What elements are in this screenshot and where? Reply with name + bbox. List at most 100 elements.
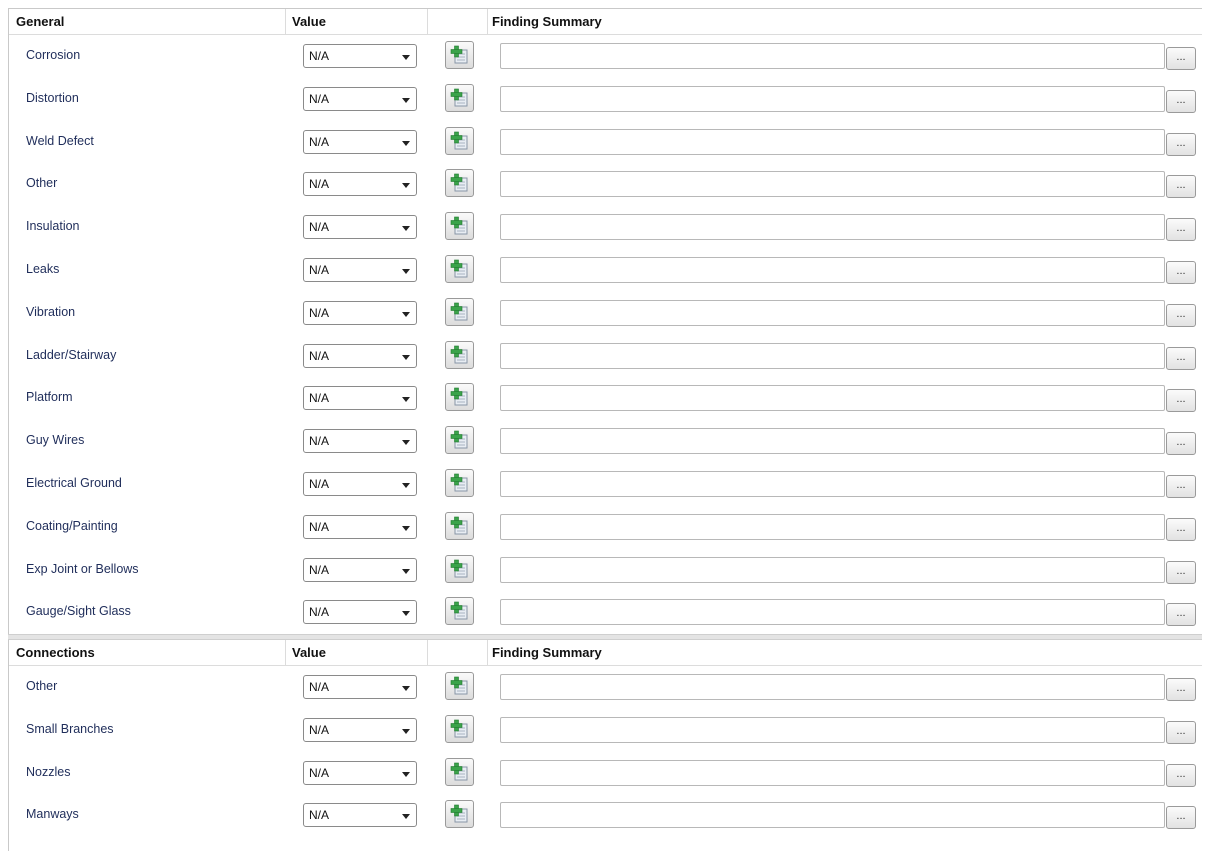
inspection-row: Guy Wires N/A ... bbox=[9, 420, 1202, 463]
inspection-row: Manways N/A ... bbox=[9, 794, 1202, 837]
value-dropdown[interactable]: N/A bbox=[303, 600, 417, 625]
value-dropdown[interactable]: N/A bbox=[303, 717, 417, 742]
value-dropdown[interactable]: N/A bbox=[303, 86, 417, 111]
add-finding-button[interactable] bbox=[445, 468, 474, 497]
finding-summary-field[interactable] bbox=[500, 171, 1165, 198]
add-finding-button[interactable] bbox=[445, 511, 474, 540]
value-dropdown[interactable]: N/A bbox=[303, 386, 417, 411]
value-dropdown[interactable]: N/A bbox=[303, 514, 417, 539]
finding-summary-field[interactable] bbox=[500, 385, 1165, 412]
finding-summary-field[interactable] bbox=[500, 342, 1165, 369]
add-finding-button[interactable] bbox=[445, 714, 474, 743]
ellipsis-button[interactable]: ... bbox=[1166, 389, 1196, 413]
ellipsis-button[interactable]: ... bbox=[1166, 89, 1196, 113]
ellipsis-button[interactable]: ... bbox=[1166, 303, 1196, 327]
value-dropdown-selected: N/A bbox=[309, 434, 330, 449]
row-label: Leaks bbox=[26, 261, 60, 276]
finding-summary-field[interactable] bbox=[500, 470, 1165, 497]
chevron-down-icon bbox=[402, 611, 410, 617]
value-dropdown[interactable]: N/A bbox=[303, 557, 417, 582]
value-dropdown[interactable]: N/A bbox=[303, 300, 417, 325]
ellipsis-button[interactable]: ... bbox=[1166, 47, 1196, 70]
finding-summary-field[interactable] bbox=[500, 428, 1165, 455]
finding-summary-field[interactable] bbox=[500, 256, 1165, 283]
column-divider bbox=[487, 640, 488, 665]
add-finding-button[interactable] bbox=[445, 426, 474, 455]
add-finding-button[interactable] bbox=[445, 340, 474, 369]
finding-summary-field[interactable] bbox=[500, 759, 1165, 786]
inspection-row: Platform N/A ... bbox=[9, 377, 1202, 420]
inspection-row: Leaks N/A ... bbox=[9, 249, 1202, 292]
add-finding-button[interactable] bbox=[445, 126, 474, 155]
value-dropdown[interactable]: N/A bbox=[303, 803, 417, 828]
add-finding-icon bbox=[450, 719, 468, 738]
value-dropdown-selected: N/A bbox=[309, 476, 330, 491]
ellipsis-button[interactable]: ... bbox=[1166, 603, 1196, 627]
finding-summary-field[interactable] bbox=[500, 43, 1165, 69]
add-finding-button[interactable] bbox=[445, 383, 474, 412]
row-label: Weld Defect bbox=[26, 133, 94, 148]
value-dropdown-selected: N/A bbox=[309, 808, 330, 823]
ellipsis-button[interactable]: ... bbox=[1166, 474, 1196, 498]
finding-summary-field[interactable] bbox=[500, 802, 1165, 829]
finding-summary-field[interactable] bbox=[500, 674, 1165, 700]
value-dropdown[interactable]: N/A bbox=[303, 471, 417, 496]
chevron-down-icon bbox=[402, 568, 410, 574]
value-dropdown-selected: N/A bbox=[309, 562, 330, 577]
value-dropdown-selected: N/A bbox=[309, 519, 330, 534]
add-finding-button[interactable] bbox=[445, 254, 474, 283]
ellipsis-button[interactable]: ... bbox=[1166, 560, 1196, 584]
finding-summary-field[interactable] bbox=[500, 716, 1165, 743]
inspection-row: Insulation N/A ... bbox=[9, 206, 1202, 249]
ellipsis-button[interactable]: ... bbox=[1166, 806, 1196, 830]
add-finding-button[interactable] bbox=[445, 297, 474, 326]
ellipsis-button[interactable]: ... bbox=[1166, 517, 1196, 541]
add-finding-button[interactable] bbox=[445, 41, 474, 69]
value-dropdown[interactable]: N/A bbox=[303, 429, 417, 454]
value-dropdown[interactable]: N/A bbox=[303, 257, 417, 282]
add-finding-icon bbox=[450, 602, 468, 620]
ellipsis-button[interactable]: ... bbox=[1166, 763, 1196, 787]
row-label: Gauge/Sight Glass bbox=[26, 604, 131, 619]
value-dropdown-selected: N/A bbox=[309, 765, 330, 780]
add-finding-icon bbox=[450, 473, 468, 492]
value-dropdown[interactable]: N/A bbox=[303, 343, 417, 368]
finding-summary-field[interactable] bbox=[500, 85, 1165, 112]
finding-summary-field[interactable] bbox=[500, 299, 1165, 326]
add-finding-button[interactable] bbox=[445, 212, 474, 241]
ellipsis-button[interactable]: ... bbox=[1166, 132, 1196, 156]
row-label: Ladder/Stairway bbox=[26, 347, 117, 362]
value-dropdown[interactable]: N/A bbox=[303, 760, 417, 785]
value-dropdown[interactable]: N/A bbox=[303, 675, 417, 699]
add-finding-icon bbox=[450, 516, 468, 535]
ellipsis-button[interactable]: ... bbox=[1166, 218, 1196, 242]
chevron-down-icon bbox=[402, 55, 410, 60]
ellipsis-button[interactable]: ... bbox=[1166, 175, 1196, 199]
add-finding-button[interactable] bbox=[445, 169, 474, 198]
add-finding-button[interactable] bbox=[445, 672, 474, 700]
ellipsis-button[interactable]: ... bbox=[1166, 678, 1196, 701]
finding-summary-field[interactable] bbox=[500, 599, 1165, 626]
add-finding-button[interactable] bbox=[445, 800, 474, 829]
value-dropdown[interactable]: N/A bbox=[303, 44, 417, 68]
finding-summary-field[interactable] bbox=[500, 128, 1165, 155]
finding-summary-field[interactable] bbox=[500, 513, 1165, 540]
chevron-down-icon bbox=[402, 525, 410, 531]
ellipsis-button[interactable]: ... bbox=[1166, 260, 1196, 284]
add-finding-button[interactable] bbox=[445, 83, 474, 112]
add-finding-button[interactable] bbox=[445, 554, 474, 583]
value-dropdown[interactable]: N/A bbox=[303, 129, 417, 154]
ellipsis-button[interactable]: ... bbox=[1166, 432, 1196, 456]
value-dropdown-selected: N/A bbox=[309, 220, 330, 235]
row-label: Corrosion bbox=[26, 48, 81, 62]
ellipsis-button[interactable]: ... bbox=[1166, 720, 1196, 744]
add-finding-button[interactable] bbox=[445, 757, 474, 786]
add-finding-icon bbox=[450, 216, 468, 235]
chevron-down-icon bbox=[402, 311, 410, 317]
add-finding-button[interactable] bbox=[445, 597, 474, 626]
value-dropdown[interactable]: N/A bbox=[303, 172, 417, 197]
finding-summary-field[interactable] bbox=[500, 214, 1165, 241]
value-dropdown[interactable]: N/A bbox=[303, 215, 417, 240]
finding-summary-field[interactable] bbox=[500, 556, 1165, 583]
ellipsis-button[interactable]: ... bbox=[1166, 346, 1196, 370]
